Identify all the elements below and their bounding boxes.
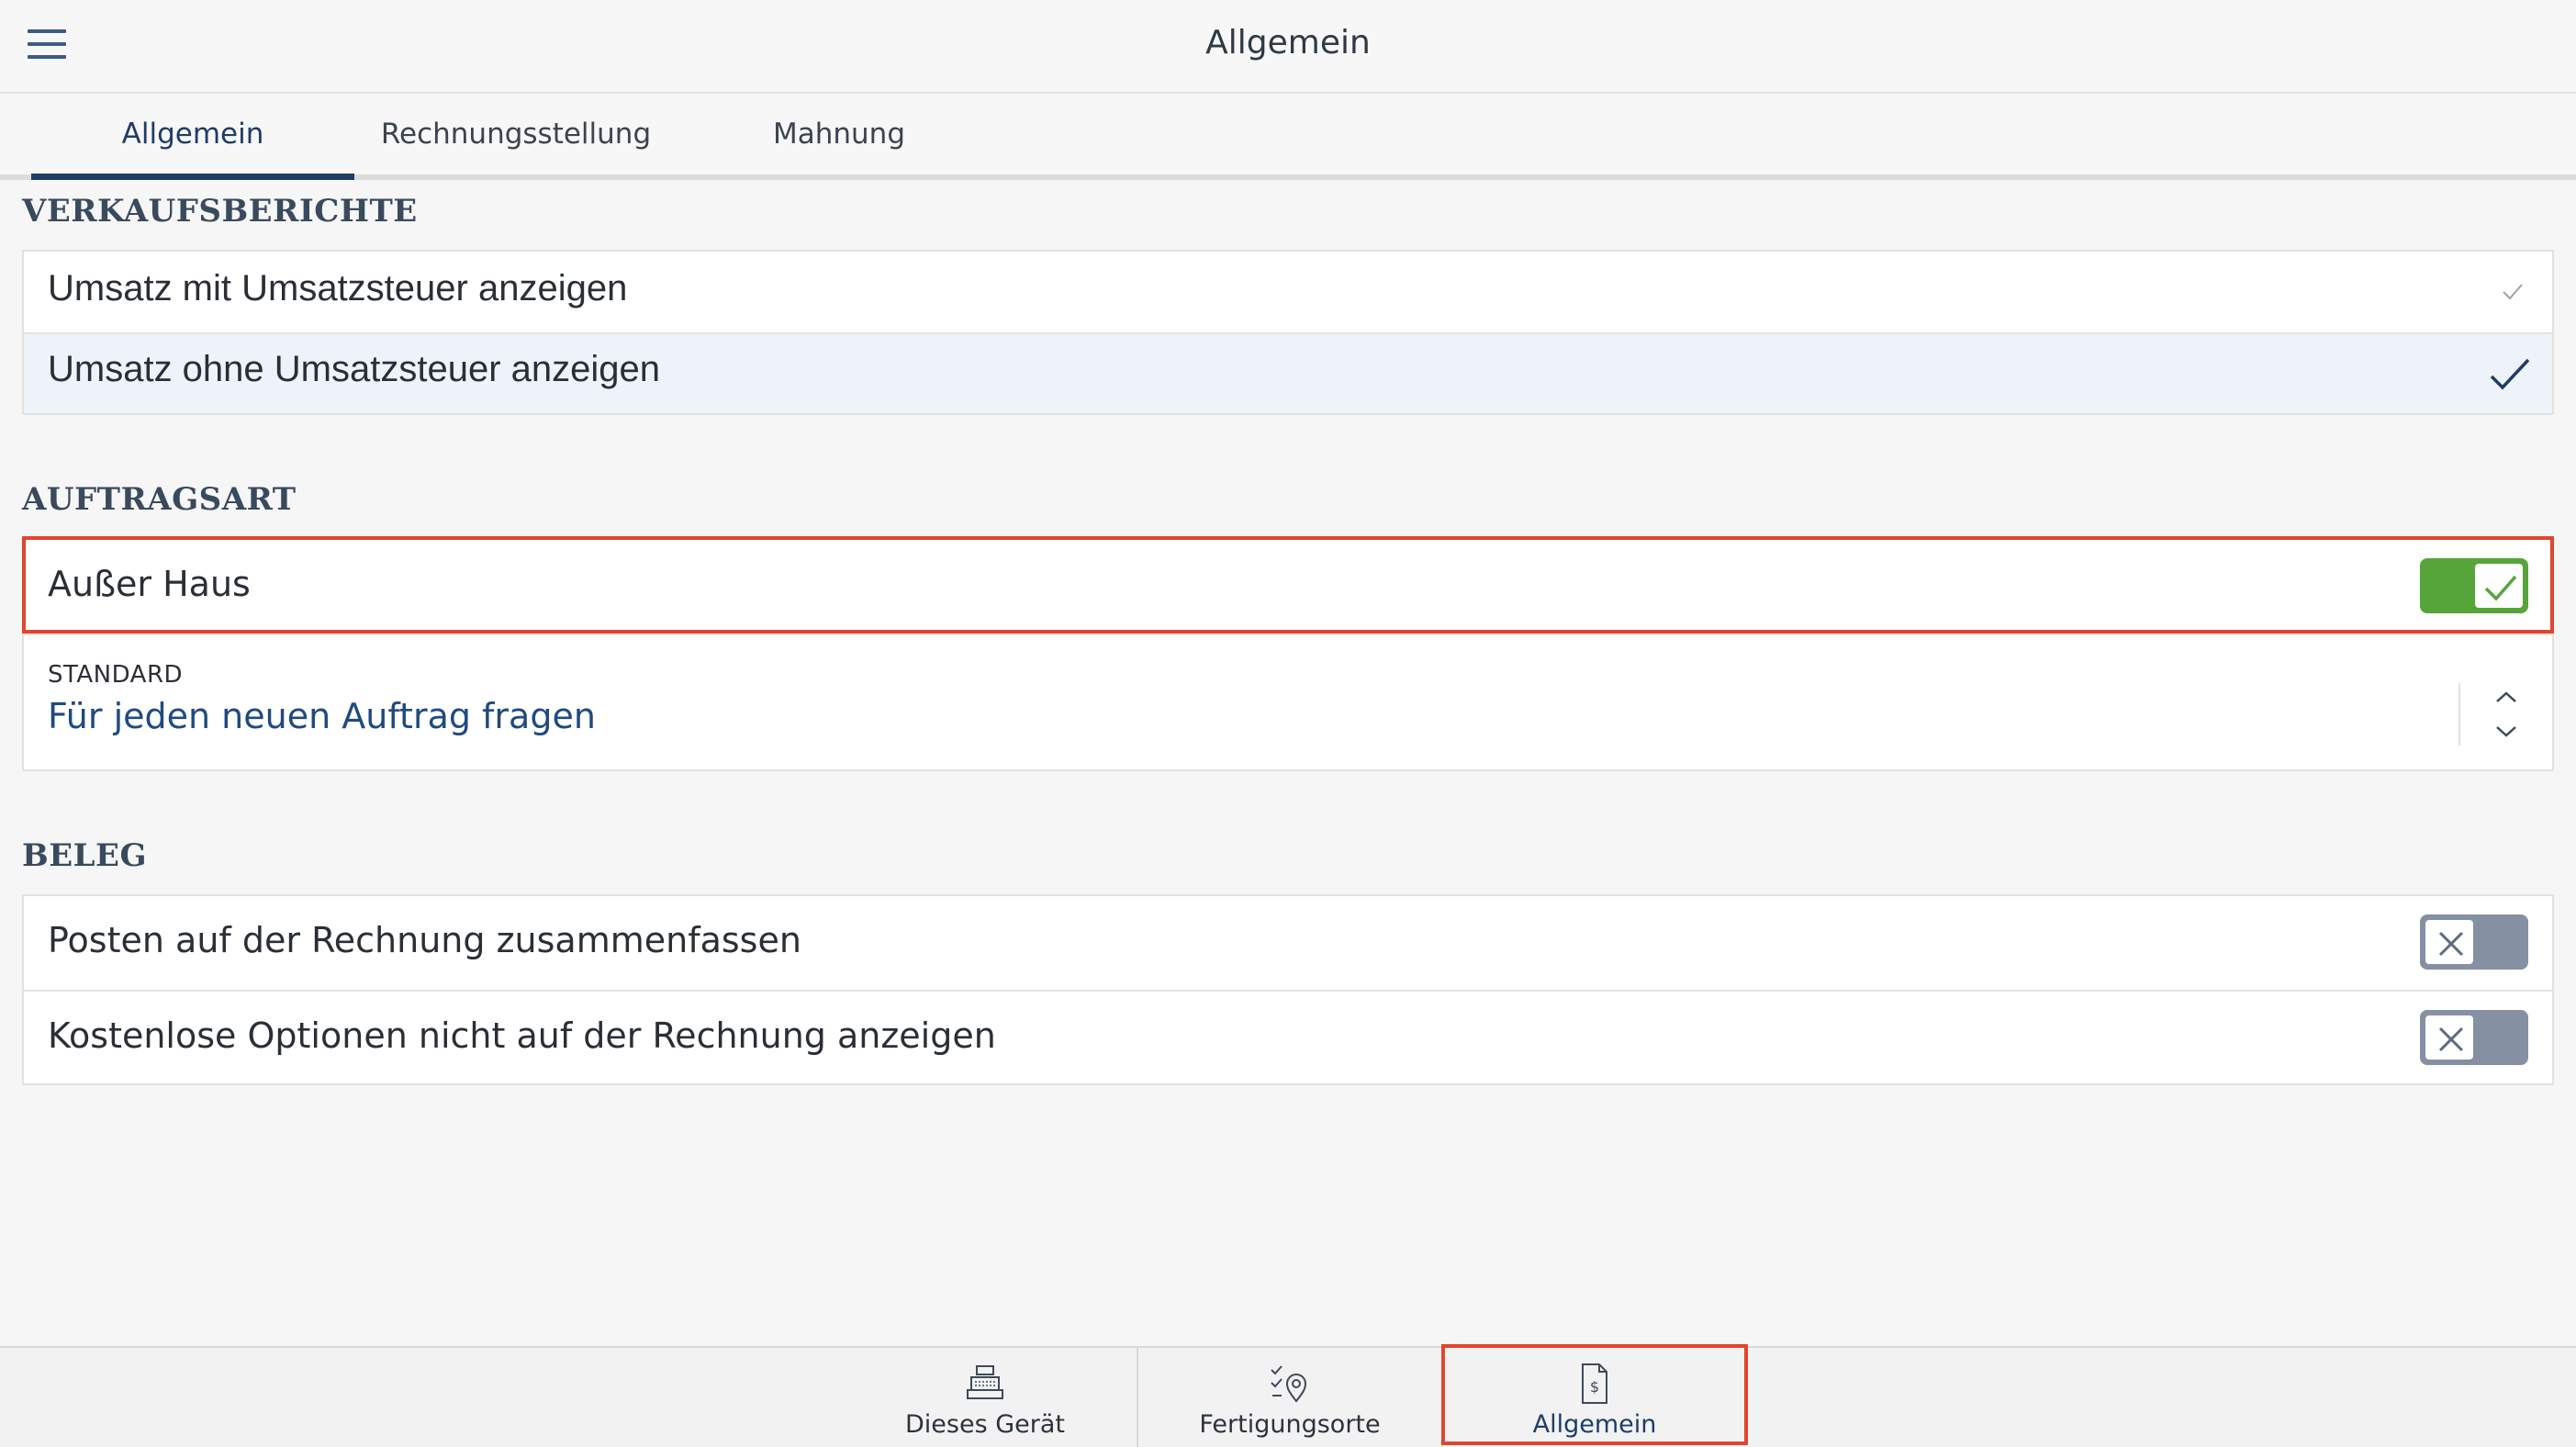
toggle-knob xyxy=(2424,918,2475,966)
bottom-tab-dieses-geraet[interactable]: Dieses Gerät xyxy=(834,1348,1137,1447)
invoice-dollar-icon: $ xyxy=(1582,1363,1607,1404)
tab-bar: Allgemein Rechnungsstellung Mahnung xyxy=(0,94,2576,180)
toggle-knob xyxy=(2424,1014,2475,1061)
standard-label: STANDARD xyxy=(48,661,184,689)
verkaufsberichte-card: Umsatz mit Umsatzsteuer anzeigen Umsatz … xyxy=(22,250,2554,415)
cash-register-icon xyxy=(967,1365,1003,1399)
ausser-haus-toggle[interactable] xyxy=(2420,558,2528,613)
beleg-item-label: Posten auf der Rechnung zusammenfassen xyxy=(48,920,801,960)
svg-text:$: $ xyxy=(1590,1378,1599,1396)
tab-allgemein[interactable]: Allgemein xyxy=(31,94,354,180)
section-title-verkaufsberichte: VERKAUFSBERICHTE xyxy=(22,193,418,230)
option-label: Umsatz mit Umsatzsteuer anzeigen xyxy=(48,268,628,308)
option-umsatz-ohne-ust[interactable]: Umsatz ohne Umsatzsteuer anzeigen xyxy=(24,332,2552,413)
standard-select-row[interactable]: STANDARD Für jeden neuen Auftrag fragen xyxy=(24,634,2552,771)
select-stepper[interactable] xyxy=(2458,683,2552,746)
option-umsatz-mit-ust[interactable]: Umsatz mit Umsatzsteuer anzeigen xyxy=(24,252,2552,332)
beleg-card: Posten auf der Rechnung zusammenfassen K… xyxy=(22,894,2554,1085)
bottom-tab-fertigungsorte[interactable]: Fertigungsorte xyxy=(1138,1348,1441,1447)
ausser-haus-label: Außer Haus xyxy=(48,564,251,604)
location-checklist-icon xyxy=(1271,1365,1307,1403)
toggle-knob xyxy=(2473,562,2525,610)
tab-rechnungsstellung[interactable]: Rechnungsstellung xyxy=(354,94,678,174)
beleg-item-label: Kostenlose Optionen nicht auf der Rechnu… xyxy=(48,1015,996,1056)
section-title-beleg: BELEG xyxy=(22,837,148,874)
auftragsart-card: Außer Haus STANDARD Für jeden neuen Auft… xyxy=(22,538,2554,771)
bottom-tab-label: Dieses Gerät xyxy=(905,1410,1065,1439)
section-title-auftragsart: AUFTRAGSART xyxy=(22,481,297,518)
close-icon xyxy=(2438,931,2464,957)
posten-zusammenfassen-toggle[interactable] xyxy=(2420,914,2528,970)
close-icon xyxy=(2438,1026,2464,1052)
page-title: Allgemein xyxy=(1205,24,1371,62)
standard-select-value[interactable]: Für jeden neuen Auftrag fragen xyxy=(48,696,596,736)
bottom-navigation: Dieses Gerät Fertigungsorte $ Allgemein xyxy=(0,1346,2576,1447)
beleg-item-kostenlose-optionen: Kostenlose Optionen nicht auf der Rechnu… xyxy=(24,990,2552,1085)
checkmark-icon xyxy=(2484,575,2517,601)
option-label: Umsatz ohne Umsatzsteuer anzeigen xyxy=(48,349,660,389)
checkmark-icon xyxy=(2503,284,2523,300)
ausser-haus-row: Außer Haus xyxy=(24,540,2552,634)
bottom-tab-label: Fertigungsorte xyxy=(1199,1410,1381,1439)
beleg-item-posten: Posten auf der Rechnung zusammenfassen xyxy=(24,896,2552,990)
kostenlose-optionen-toggle[interactable] xyxy=(2420,1010,2528,1065)
top-header: Allgemein xyxy=(0,0,2576,94)
checkmark-icon xyxy=(2490,358,2530,390)
bottom-tab-allgemein[interactable]: $ Allgemein xyxy=(1443,1348,1746,1447)
bottom-tab-label: Allgemein xyxy=(1532,1410,1657,1439)
chevron-up-down-icon xyxy=(2496,691,2516,737)
tab-mahnung[interactable]: Mahnung xyxy=(678,94,1001,174)
